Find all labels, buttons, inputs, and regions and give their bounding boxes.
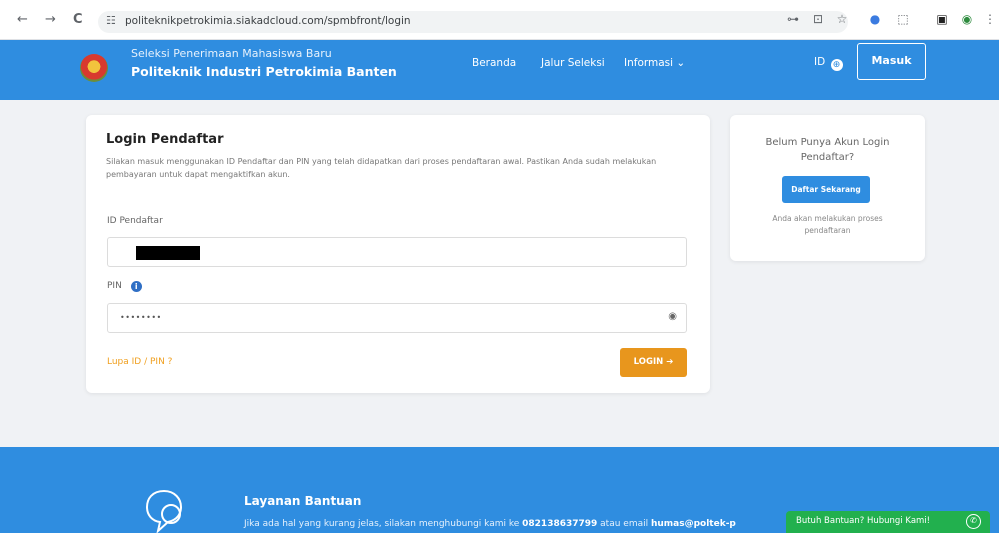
- login-title: Login Pendaftar: [106, 132, 224, 147]
- language-label: ID: [814, 56, 826, 68]
- whatsapp-icon: ✆: [966, 514, 981, 529]
- profile-icon[interactable]: ◉: [958, 10, 976, 28]
- help-text-mid: atau email: [597, 519, 651, 529]
- pin-label-row: PIN i: [107, 281, 142, 292]
- brand-title[interactable]: Politeknik Industri Petrokimia Banten: [131, 64, 397, 79]
- extensions-puzzle-icon[interactable]: ⬚: [894, 10, 912, 28]
- forgot-id-pin-link[interactable]: Lupa ID / PIN ?: [107, 357, 172, 367]
- info-icon[interactable]: i: [130, 281, 142, 292]
- site-header: Seleksi Penerimaan Mahasiswa Baru Polite…: [0, 40, 999, 100]
- url-text[interactable]: politeknikpetrokimia.siakadcloud.com/spm…: [125, 15, 411, 27]
- register-note: Anda akan melakukan proses pendaftaran: [772, 214, 883, 235]
- help-text: Jika ada hal yang kurang jelas, silakan …: [244, 519, 736, 529]
- help-phone[interactable]: 082138637799: [522, 519, 597, 529]
- whatsapp-help-widget[interactable]: Butuh Bantuan? Hubungi Kami! ✆: [786, 511, 990, 533]
- login-button[interactable]: LOGIN ➔: [620, 348, 687, 377]
- pin-input[interactable]: •••••••• ◉: [107, 303, 687, 333]
- id-pendaftar-label: ID Pendaftar: [107, 216, 163, 226]
- whatsapp-label: Butuh Bantuan? Hubungi Kami!: [796, 516, 931, 526]
- help-title: Layanan Bantuan: [244, 494, 362, 508]
- help-email[interactable]: humas@poltek-p: [651, 519, 736, 529]
- show-password-icon[interactable]: ◉: [668, 311, 677, 322]
- redacted-id-value: [136, 246, 200, 260]
- language-selector[interactable]: ID ⊕: [814, 56, 843, 71]
- bookmark-star-icon[interactable]: ☆: [833, 10, 851, 28]
- translate-icon[interactable]: ⊡: [809, 10, 827, 28]
- register-card: Belum Punya Akun Login Pendaftar? Daftar…: [730, 115, 925, 261]
- pin-label: PIN: [107, 281, 122, 291]
- address-bar[interactable]: ☷ politeknikpetrokimia.siakadcloud.com/s…: [98, 11, 848, 33]
- register-question: Belum Punya Akun Login Pendaftar?: [765, 137, 890, 163]
- brand-subtitle: Seleksi Penerimaan Mahasiswa Baru: [131, 47, 332, 60]
- menu-icon[interactable]: ⋮: [981, 10, 999, 28]
- pin-value: ••••••••: [120, 313, 162, 322]
- browser-toolbar: ← → C ☷ politeknikpetrokimia.siakadcloud…: [0, 0, 999, 40]
- nav-jalur-seleksi[interactable]: Jalur Seleksi: [541, 57, 605, 69]
- chat-bubbles-icon: [145, 489, 183, 533]
- login-card: Login Pendaftar Silakan masuk menggunaka…: [86, 115, 710, 393]
- reload-icon[interactable]: C: [73, 12, 83, 28]
- nav-informasi[interactable]: Informasi ⌄: [624, 57, 685, 69]
- register-now-button[interactable]: Daftar Sekarang: [782, 176, 870, 203]
- id-pendaftar-input[interactable]: [107, 237, 687, 267]
- help-text-prefix: Jika ada hal yang kurang jelas, silakan …: [244, 519, 523, 529]
- globe-icon: ⊕: [830, 59, 843, 71]
- extension-blue-icon[interactable]: ●: [866, 10, 884, 28]
- forward-icon[interactable]: →: [45, 12, 56, 28]
- masuk-button[interactable]: Masuk: [857, 43, 926, 80]
- sidebar-icon[interactable]: ▣: [933, 10, 951, 28]
- site-info-icon[interactable]: ☷: [106, 14, 116, 27]
- nav-beranda[interactable]: Beranda: [472, 57, 516, 69]
- institution-logo[interactable]: [80, 54, 108, 82]
- back-icon[interactable]: ←: [17, 12, 28, 28]
- password-key-icon[interactable]: ⊶: [784, 10, 802, 28]
- login-description: Silakan masuk menggunakan ID Pendaftar d…: [106, 157, 657, 179]
